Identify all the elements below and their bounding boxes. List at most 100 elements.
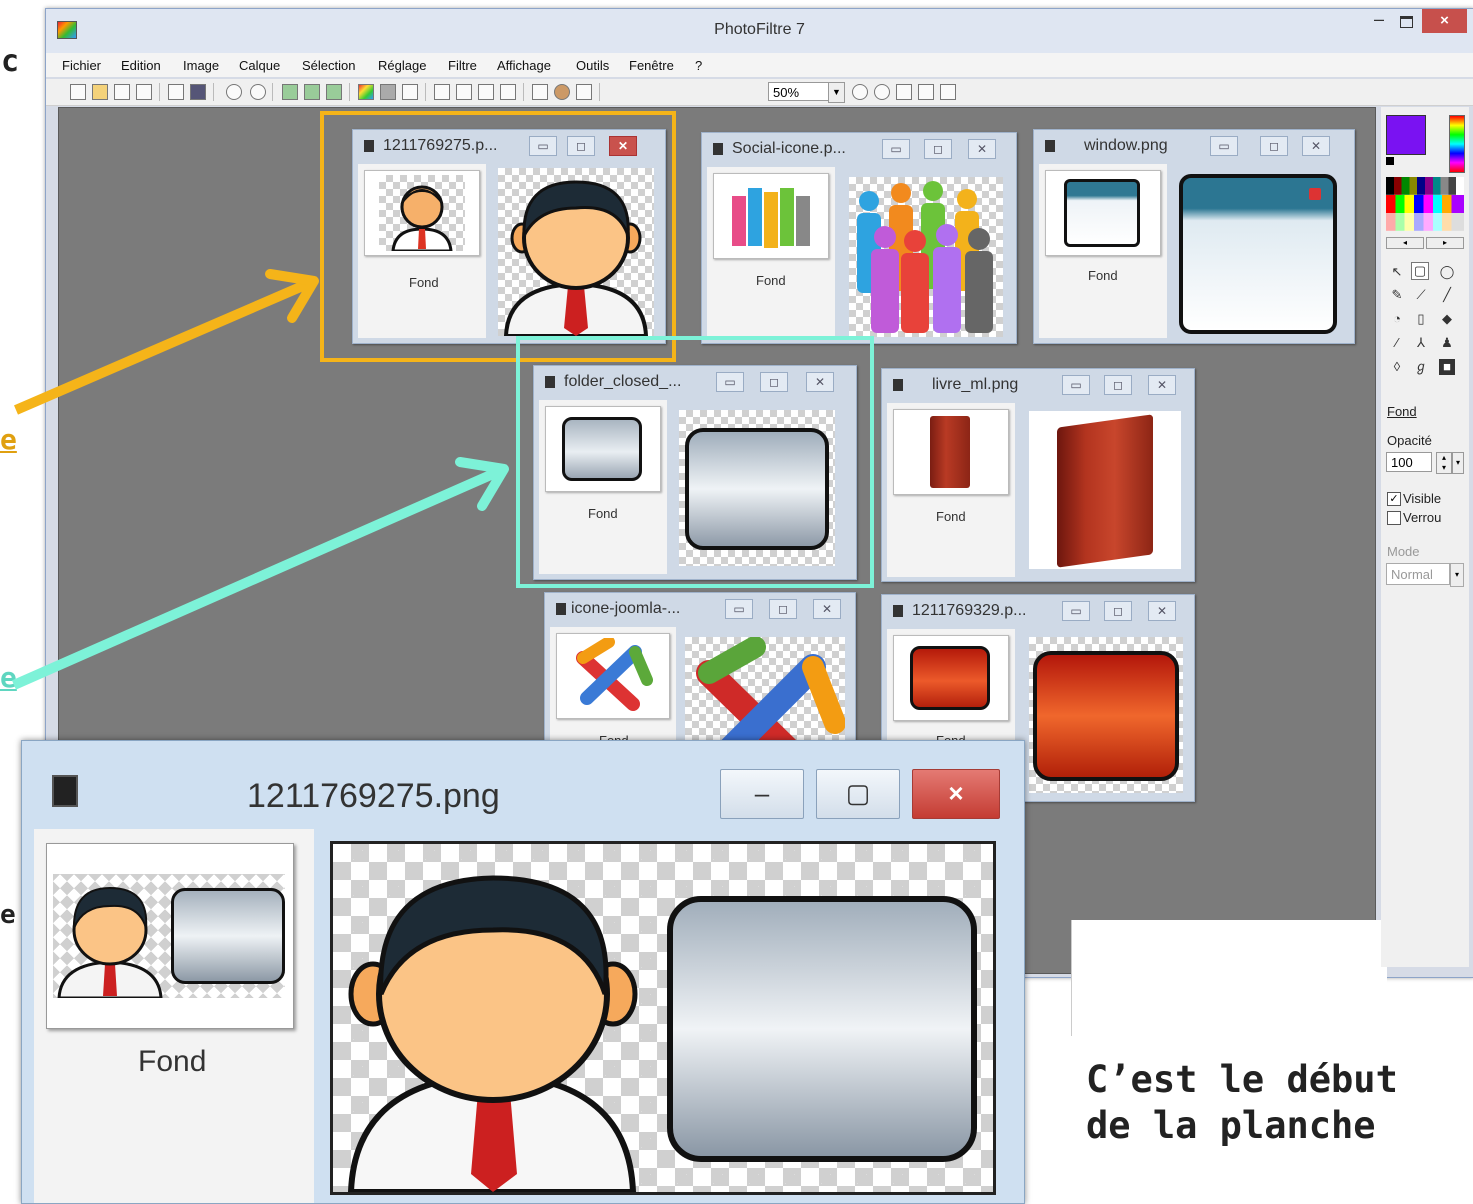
layer-icon[interactable] [402,84,418,100]
menu-reglage[interactable]: Réglage [378,58,426,73]
scan-icon[interactable] [190,84,206,100]
doc-window-livre-ml[interactable]: livre_ml.png ▭ ◻ ✕ Fond [881,368,1195,582]
window-icon[interactable] [576,84,592,100]
palette-scroll-right[interactable]: ▸ [1426,237,1464,249]
clone-tool-icon[interactable]: ■ [1439,359,1455,375]
finger-tool-icon[interactable]: ℊ [1413,359,1429,375]
doc-close-button[interactable]: ✕ [1302,136,1330,156]
zoomed-minimize-button[interactable]: – [720,769,804,819]
doc-titlebar[interactable]: 1211769329.p... ▭ ◻ ✕ [882,595,1194,625]
palette-icon[interactable] [554,84,570,100]
title-bar[interactable]: PhotoFiltre 7 – × [46,9,1473,53]
color-palette-grid[interactable] [1386,177,1464,231]
zoom-in-icon[interactable] [852,84,868,100]
doc-close-button[interactable]: ✕ [1148,601,1176,621]
layer-name-link[interactable]: Fond [1387,404,1417,419]
blur-tool-icon[interactable]: ◊ [1389,359,1405,375]
zoom-dropdown-arrow[interactable]: ▼ [828,82,845,103]
doc-minimize-button[interactable]: ▭ [882,139,910,159]
layer-thumbnail[interactable] [893,635,1009,721]
smudge-tool-icon[interactable]: ⅄ [1413,335,1429,351]
foreground-color-swatch[interactable] [1386,115,1426,155]
palette-scroll-left[interactable]: ◂ [1386,237,1424,249]
duplicate-icon[interactable] [434,84,450,100]
wand-tool-icon[interactable]: ⟋ [1413,287,1429,303]
menu-affichage[interactable]: Affichage [497,58,551,73]
background-color-swatch[interactable] [1386,157,1394,165]
image-canvas[interactable] [849,177,1003,337]
fill-tool-icon[interactable]: ◔ [1389,311,1405,327]
opacity-stepper[interactable]: ▴ ▾ [1436,452,1452,474]
copy-icon[interactable] [282,84,298,100]
doc-maximize-button[interactable]: ◻ [1260,136,1288,156]
grayscale-icon[interactable] [380,84,396,100]
hue-spectrum-bar[interactable] [1449,115,1465,173]
doc-minimize-button[interactable]: ▭ [1062,601,1090,621]
visible-checkbox[interactable]: ✓ [1387,492,1401,506]
opacity-input[interactable]: 100 [1386,452,1432,472]
redo-icon[interactable] [250,84,266,100]
doc-close-button[interactable]: ✕ [1148,375,1176,395]
lasso-tool-icon[interactable]: ◯ [1439,264,1455,280]
opacity-dropdown[interactable]: ▾ [1452,452,1464,474]
lock-checkbox[interactable] [1387,511,1401,525]
doc-close-button[interactable]: ✕ [813,599,841,619]
zoom-out-icon[interactable] [874,84,890,100]
layer-thumbnail[interactable] [1045,170,1161,256]
resize-icon[interactable] [456,84,472,100]
zoomed-doc-window[interactable]: 1211769275.png – ▢ × Fond [21,740,1025,1204]
undo-icon[interactable] [226,84,242,100]
doc-minimize-button[interactable]: ▭ [725,599,753,619]
text-icon[interactable] [500,84,516,100]
save-file-icon[interactable] [114,84,130,100]
layer-thumbnail[interactable] [893,409,1009,495]
line-tool-icon[interactable]: ╱ [1439,287,1455,303]
zoom-level-field[interactable]: 50% [768,82,836,101]
minimize-button[interactable]: – [1366,9,1392,33]
tree-icon[interactable] [532,84,548,100]
export-icon[interactable] [136,84,152,100]
doc-minimize-button[interactable]: ▭ [1210,136,1238,156]
doc-titlebar[interactable]: icone-joomla-... ▭ ◻ ✕ [545,593,855,623]
color-icon[interactable] [358,84,374,100]
menu-selection[interactable]: Sélection [302,58,355,73]
doc-titlebar[interactable]: Social-icone.p... ▭ ◻ ✕ [702,133,1016,163]
menu-help[interactable]: ? [695,58,702,73]
doc-window-window-png[interactable]: window.png ▭ ◻ ✕ Fond [1033,129,1355,344]
doc-maximize-button[interactable]: ◻ [1104,375,1132,395]
brush-tool-icon[interactable]: ⁄ [1389,335,1405,351]
zoomed-image-canvas[interactable] [330,841,996,1195]
menu-calque[interactable]: Calque [239,58,280,73]
menu-fichier[interactable]: Fichier [62,58,101,73]
menu-edition[interactable]: Edition [121,58,161,73]
menu-image[interactable]: Image [183,58,219,73]
open-file-icon[interactable] [92,84,108,100]
zoomed-layer-thumbnail[interactable] [46,843,294,1029]
doc-minimize-button[interactable]: ▭ [1062,375,1090,395]
maximize-button[interactable] [1393,9,1419,33]
new-file-icon[interactable] [70,84,86,100]
doc-titlebar[interactable]: livre_ml.png ▭ ◻ ✕ [882,369,1194,399]
image-canvas[interactable] [1179,174,1337,334]
stamp-tool-icon[interactable]: ♟ [1439,335,1455,351]
zoomed-maximize-button[interactable]: ▢ [816,769,900,819]
actual-size-icon[interactable] [918,84,934,100]
crop-icon[interactable] [478,84,494,100]
zoomed-close-button[interactable]: × [912,769,1000,819]
doc-maximize-button[interactable]: ◻ [769,599,797,619]
eyedropper-tool-icon[interactable]: ✎ [1389,287,1405,303]
menu-filtre[interactable]: Filtre [448,58,477,73]
doc-maximize-button[interactable]: ◻ [1104,601,1132,621]
side-link-orange[interactable]: e [0,423,17,456]
image-canvas[interactable] [1029,411,1181,569]
doc-window-social-icone[interactable]: Social-icone.p... ▭ ◻ ✕ Fond [701,132,1017,344]
fit-window-icon[interactable] [896,84,912,100]
mode-dropdown-arrow[interactable]: ▾ [1450,563,1464,587]
layer-thumbnail[interactable] [556,633,670,719]
side-link-cyan[interactable]: e [0,661,17,694]
paste-new-icon[interactable] [326,84,342,100]
fullscreen-icon[interactable] [940,84,956,100]
doc-titlebar[interactable]: window.png ▭ ◻ ✕ [1034,130,1354,160]
menu-outils[interactable]: Outils [576,58,609,73]
doc-maximize-button[interactable]: ◻ [924,139,952,159]
